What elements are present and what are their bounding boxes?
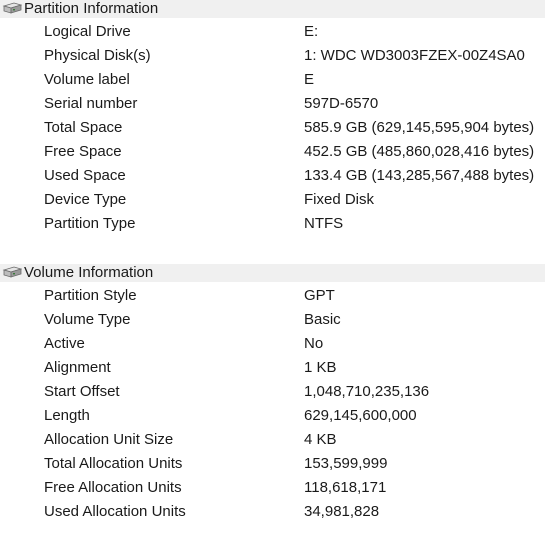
property-label: Used Allocation Units (44, 503, 186, 520)
property-value: 597D-6570 (304, 95, 379, 112)
property-row[interactable]: Partition Style GPT (0, 284, 545, 308)
property-label: Partition Type (44, 215, 136, 232)
drive-icon (2, 266, 23, 280)
property-row[interactable]: Total Allocation Units 153,599,999 (0, 452, 545, 476)
property-row[interactable]: Free Allocation Units 118,618,171 (0, 476, 545, 500)
property-value: E (304, 71, 315, 88)
property-row[interactable]: Length 629,145,600,000 (0, 404, 545, 428)
property-value: NTFS (304, 215, 344, 232)
property-label: Allocation Unit Size (44, 431, 174, 448)
drive-icon (2, 2, 23, 16)
section-title: Volume Information (24, 264, 154, 281)
property-value: 4 KB (304, 431, 337, 448)
property-row[interactable]: Device Type Fixed Disk (0, 188, 545, 212)
property-label: Total Space (44, 119, 123, 136)
property-row[interactable]: Physical Disk(s) 1: WDC WD3003FZEX-00Z4S… (0, 44, 545, 68)
property-label: Start Offset (44, 383, 120, 400)
volume-rows: Partition Style GPT Volume Type Basic Ac… (0, 282, 545, 524)
property-value: GPT (304, 287, 335, 304)
partition-information-section: Partition Information Logical Drive E: P… (0, 0, 545, 236)
property-label: Free Allocation Units (44, 479, 182, 496)
property-label: Total Allocation Units (44, 455, 183, 472)
property-value: 34,981,828 (304, 503, 380, 520)
property-row[interactable]: Partition Type NTFS (0, 212, 545, 236)
property-value: 1: WDC WD3003FZEX-00Z4SA0 (304, 47, 525, 64)
property-row[interactable]: Serial number 597D-6570 (0, 92, 545, 116)
property-value: 629,145,600,000 (304, 407, 417, 424)
property-row[interactable]: Volume Type Basic (0, 308, 545, 332)
property-row[interactable]: Free Space 452.5 GB (485,860,028,416 byt… (0, 140, 545, 164)
property-value: 452.5 GB (485,860,028,416 bytes) (304, 143, 535, 160)
property-label: Alignment (44, 359, 111, 376)
property-value: 1 KB (304, 359, 337, 376)
property-label: Volume label (44, 71, 130, 88)
property-value: 1,048,710,235,136 (304, 383, 430, 400)
property-value: E: (304, 23, 319, 40)
property-label: Active (44, 335, 85, 352)
property-row[interactable]: Used Allocation Units 34,981,828 (0, 500, 545, 524)
property-label: Logical Drive (44, 23, 131, 40)
property-value: 133.4 GB (143,285,567,488 bytes) (304, 167, 535, 184)
property-label: Serial number (44, 95, 138, 112)
section-title: Partition Information (24, 0, 159, 17)
property-value: 585.9 GB (629,145,595,904 bytes) (304, 119, 535, 136)
partition-rows: Logical Drive E: Physical Disk(s) 1: WDC… (0, 18, 545, 236)
volume-information-section: Volume Information Partition Style GPT V… (0, 264, 545, 524)
property-label: Device Type (44, 191, 127, 208)
volume-information-header[interactable]: Volume Information (0, 264, 545, 282)
property-row[interactable]: Volume label E (0, 68, 545, 92)
property-row[interactable]: Allocation Unit Size 4 KB (0, 428, 545, 452)
property-label: Free Space (44, 143, 122, 160)
property-label: Physical Disk(s) (44, 47, 151, 64)
property-value: 153,599,999 (304, 455, 388, 472)
property-label: Partition Style (44, 287, 137, 304)
property-row[interactable]: Logical Drive E: (0, 20, 545, 44)
property-value: Fixed Disk (304, 191, 375, 208)
property-label: Length (44, 407, 90, 424)
property-value: No (304, 335, 324, 352)
property-value: 118,618,171 (304, 479, 387, 496)
property-row[interactable]: Start Offset 1,048,710,235,136 (0, 380, 545, 404)
property-label: Volume Type (44, 311, 131, 328)
property-row[interactable]: Active No (0, 332, 545, 356)
property-row[interactable]: Alignment 1 KB (0, 356, 545, 380)
property-row[interactable]: Used Space 133.4 GB (143,285,567,488 byt… (0, 164, 545, 188)
property-label: Used Space (44, 167, 126, 184)
property-value: Basic (304, 311, 341, 328)
property-row[interactable]: Total Space 585.9 GB (629,145,595,904 by… (0, 116, 545, 140)
partition-information-header[interactable]: Partition Information (0, 0, 545, 18)
